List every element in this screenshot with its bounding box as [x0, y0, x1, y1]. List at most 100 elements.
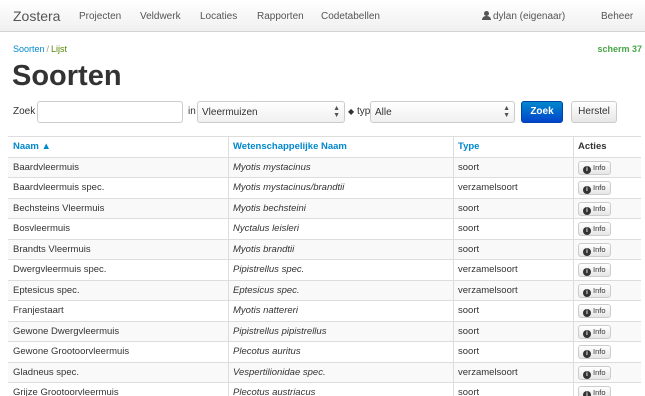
table-row: Gewone Grootoorvleermuis Plecotus auritus… [8, 342, 641, 363]
species-type: soort [453, 219, 573, 239]
column-header-naam[interactable]: Naam ▲ [8, 137, 228, 157]
species-type: soort [453, 321, 573, 341]
species-type: verzamelsoort [453, 280, 573, 300]
scientific-name: Nyctalus leisleri [228, 219, 453, 239]
species-type: verzamelsoort [453, 178, 573, 198]
info-button[interactable]: i Info [578, 345, 611, 359]
user-menu[interactable]: dylan (eigenaar) [482, 11, 565, 22]
species-name: Dwergvleermuis spec. [13, 264, 107, 275]
scientific-name: Myotis mystacinus [228, 157, 453, 177]
reset-button[interactable]: Herstel [571, 101, 617, 123]
table-row: Bosvleermuis Nyctalus leisleri soort i Info [8, 219, 641, 240]
nav-codetabellen[interactable]: Codetabellen [321, 11, 380, 22]
scientific-name: Pipistrellus pipistrellus [228, 321, 453, 341]
info-icon: i [583, 206, 591, 215]
select-arrows-icon: ▲ ▼ [503, 105, 510, 119]
group-select-value: Vleermuizen [202, 107, 258, 118]
species-type: soort [453, 198, 573, 218]
info-button[interactable]: i Info [578, 242, 611, 257]
species-type: soort [453, 301, 573, 321]
table-row: Baardvleermuis spec. Myotis mystacinus/br… [8, 178, 641, 199]
species-name: Bosvleermuis [13, 223, 71, 234]
table-row: Franjestaart Myotis nattereri soort i Info [8, 301, 641, 322]
info-button[interactable]: i Info [578, 263, 611, 277]
species-name: Franjestaart [13, 305, 64, 316]
actions-cell: i Info [573, 301, 641, 321]
group-select[interactable]: Vleermuizen ▲ ▼ [197, 101, 345, 123]
info-icon: i [583, 370, 591, 379]
info-icon: i [583, 350, 591, 358]
species-type: verzamelsoort [453, 362, 573, 382]
nav-veldwerk[interactable]: Veldwerk [140, 11, 181, 22]
type-select[interactable]: Alle ▲ ▼ [370, 101, 515, 123]
breadcrumb-separator: / [46, 44, 50, 54]
nav-beheer[interactable]: Beheer [601, 11, 633, 22]
page-title: Soorten [12, 60, 122, 92]
table-row: Eptesicus spec. Eptesicus spec. verzamelso… [8, 280, 641, 301]
user-name: dylan (eigenaar) [493, 11, 566, 22]
actions-cell: i Info [573, 260, 641, 280]
nav-locaties[interactable]: Locaties [200, 11, 237, 22]
info-button[interactable]: i Info [578, 304, 611, 318]
species-name: Gewone Dwergvleermuis [13, 325, 120, 337]
info-button-label: Info [593, 388, 606, 396]
nav-rapporten[interactable]: Rapporten [257, 11, 304, 22]
table-row: Dwergvleermuis spec. Pipistrellus spec. ve… [8, 260, 641, 281]
table-header-row: Naam ▲ Wetenschappelijke Naam Type Actie… [8, 137, 641, 158]
info-button[interactable]: i Info [578, 160, 611, 175]
species-table: Naam ▲ Wetenschappelijke Naam Type Actie… [8, 136, 641, 396]
info-button[interactable]: i Info [578, 283, 611, 298]
info-button[interactable]: i Info [578, 201, 611, 216]
actions-cell: i Info [573, 362, 641, 382]
breadcrumb-soorten-link[interactable]: Soorten [13, 44, 45, 54]
species-name: Brandts Vleermuis [13, 243, 91, 255]
species-name: Grijze Grootoorvleermuis [13, 387, 119, 396]
info-button[interactable]: i Info [578, 386, 611, 396]
info-icon: i [583, 309, 591, 317]
scientific-name: Myotis nattereri [228, 301, 453, 321]
search-button[interactable]: Zoek [521, 101, 563, 123]
search-input[interactable] [37, 101, 183, 123]
screen-id: scherm 37 [597, 44, 642, 54]
info-icon: i [583, 247, 591, 256]
info-button-label: Info [593, 162, 606, 172]
info-button-label: Info [593, 183, 606, 192]
info-button[interactable]: i Info [578, 222, 611, 236]
info-button-label: Info [593, 224, 606, 233]
info-button-label: Info [593, 306, 606, 315]
funnel-icon: ◆ [348, 107, 355, 116]
info-button[interactable]: i Info [578, 365, 611, 380]
species-name: Gladneus spec. [13, 366, 80, 378]
species-name: Baardvleermuis spec. [13, 182, 105, 193]
actions-cell: i Info [573, 157, 641, 177]
column-header-type[interactable]: Type [453, 137, 573, 157]
scientific-name: Eptesicus spec. [228, 280, 453, 300]
species-name: Baardvleermuis [13, 161, 79, 173]
info-icon: i [583, 227, 591, 235]
info-button-label: Info [593, 244, 606, 254]
info-button[interactable]: i Info [578, 181, 611, 195]
table-row: Bechsteins Vleermuis Myotis bechsteini soo… [8, 198, 641, 219]
search-label: Zoek [13, 106, 36, 117]
table-row: Brandts Vleermuis Myotis brandtii soort i In… [8, 239, 641, 260]
actions-cell: i Info [573, 178, 641, 198]
info-button[interactable]: i Info [578, 324, 611, 339]
actions-cell: i Info [573, 321, 641, 341]
select-arrows-icon: ▲ ▼ [333, 105, 340, 119]
actions-cell: i Info [573, 280, 641, 300]
actions-cell: i Info [573, 198, 641, 218]
species-name: Eptesicus spec. [13, 284, 80, 296]
brand-logo[interactable]: Zostera [13, 8, 60, 24]
table-body: Baardvleermuis Myotis mystacinus soort i Inf… [8, 157, 641, 396]
nav-projecten[interactable]: Projecten [79, 11, 121, 22]
species-type: verzamelsoort [453, 260, 573, 280]
species-name: Gewone Grootoorvleermuis [13, 346, 130, 357]
scientific-name: Myotis mystacinus/brandtii [228, 178, 453, 198]
actions-cell: i Info [573, 239, 641, 259]
breadcrumb: Soorten / Lijst [13, 44, 67, 54]
scientific-name: Plecotus auritus [228, 342, 453, 362]
scientific-name: Vespertilionidae spec. [228, 362, 453, 382]
actions-cell: i Info [573, 342, 641, 362]
info-icon: i [583, 186, 591, 194]
column-header-wetenschappelijke-naam[interactable]: Wetenschappelijke Naam [228, 137, 453, 157]
